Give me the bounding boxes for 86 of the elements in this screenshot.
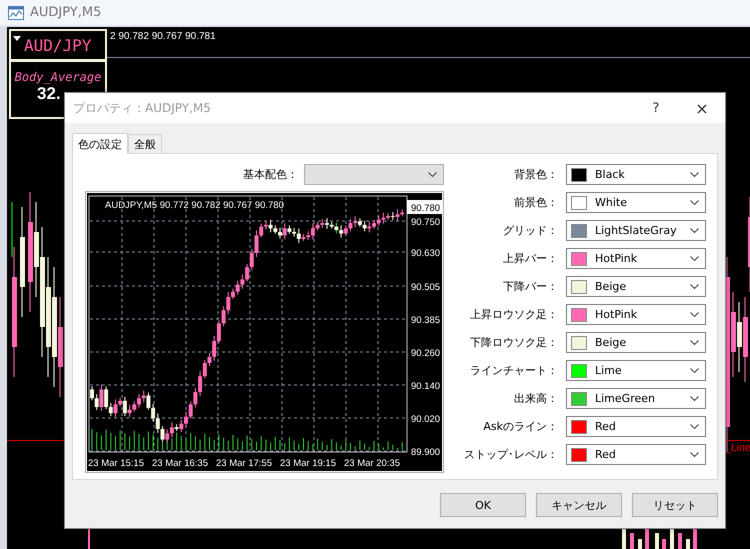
color-name: Lime — [595, 364, 623, 377]
candle — [693, 527, 697, 549]
chevron-icon — [690, 172, 699, 177]
color-setting-label: グリッド： — [503, 223, 558, 238]
price-label: 90.140 — [411, 381, 440, 392]
price-label: 90.780 — [411, 203, 440, 214]
color-dropdown[interactable]: Beige — [566, 332, 706, 353]
candle — [638, 539, 642, 549]
dropdown-triangle-icon[interactable] — [13, 36, 21, 41]
color-name: Black — [595, 168, 626, 181]
chevron-icon — [690, 200, 699, 205]
symbol-label: AUD/JPY — [24, 36, 92, 54]
chevron-icon — [690, 312, 699, 317]
chevron-icon — [690, 256, 699, 261]
chevron-icon — [690, 424, 699, 429]
chevron-icon — [690, 284, 699, 289]
color-dropdown[interactable]: LightSlateGray — [566, 220, 706, 241]
color-setting-label: 上昇バー： — [503, 251, 558, 266]
price-label: 90.750 — [411, 217, 440, 228]
price-label: 90.385 — [411, 315, 440, 326]
color-dropdown[interactable]: White — [566, 192, 706, 213]
color-dropdown[interactable]: HotPink — [566, 248, 706, 269]
price-label: 90.020 — [411, 414, 440, 425]
color-setting-label: 前景色： — [514, 195, 558, 210]
chevron-icon — [690, 452, 699, 457]
color-setting-label: ストップ･レベル： — [464, 447, 558, 462]
dialog-button[interactable]: OK — [440, 493, 526, 517]
time-label: 23 Mar 15:15 — [88, 458, 144, 469]
candle — [670, 527, 674, 549]
price-label: 90.260 — [411, 348, 440, 359]
price-readout: 2 90.782 90.767 90.781 — [110, 31, 216, 42]
candle — [630, 533, 634, 549]
time-label: 23 Mar 19:15 — [280, 458, 336, 469]
tab[interactable]: 色の設定 — [72, 133, 128, 154]
candle — [662, 539, 666, 549]
time-label: 23 Mar 16:35 — [152, 458, 208, 469]
color-setting-label: 下降バー： — [503, 279, 558, 294]
time-label: 23 Mar 20:35 — [344, 458, 400, 469]
help-button[interactable]: ? — [633, 93, 679, 123]
price-label: 90.505 — [411, 282, 440, 293]
chevron-icon — [690, 228, 699, 233]
chevron-icon — [690, 368, 699, 373]
candle — [678, 533, 682, 549]
scheme-label: 基本配色： — [243, 167, 298, 182]
color-name: Beige — [595, 336, 628, 349]
color-dropdown[interactable]: Beige — [566, 276, 706, 297]
dialog-title: プロパティ：AUDJPY,M5 — [73, 100, 212, 116]
preview-header: AUDJPY,M5 90.772 90.782 90.767 90.780 — [105, 200, 284, 211]
color-setting-label: Askのライン： — [483, 419, 558, 434]
candle — [655, 533, 659, 549]
chevron-icon — [690, 396, 699, 401]
color-dropdown[interactable]: Red — [566, 444, 706, 465]
color-name: LightSlateGray — [595, 224, 678, 237]
candle — [622, 527, 626, 549]
color-name: Beige — [595, 280, 628, 293]
color-name: HotPink — [595, 252, 638, 265]
price-label: 90.630 — [411, 248, 440, 259]
dialog-button[interactable]: リセット — [632, 493, 718, 517]
color-name: HotPink — [595, 308, 638, 321]
color-setting-label: 下降ロウソク足： — [470, 335, 558, 350]
color-dropdown[interactable]: Red — [566, 416, 706, 437]
color-dropdown[interactable]: LimeGreen — [566, 388, 706, 409]
color-setting-label: ラインチャート： — [470, 363, 558, 378]
time-label: 23 Mar 17:55 — [216, 458, 272, 469]
indicator-value: 32. — [37, 84, 61, 104]
chevron-icon — [428, 172, 437, 177]
color-dropdown[interactable]: HotPink — [566, 304, 706, 325]
chevron-icon — [690, 340, 699, 345]
window-title: AUDJPY,M5 — [30, 5, 102, 20]
color-dropdown[interactable]: Black — [566, 164, 706, 185]
dialog-button[interactable]: キャンセル — [536, 493, 622, 517]
color-name: LimeGreen — [595, 392, 656, 405]
color-name: White — [595, 196, 628, 209]
color-dropdown[interactable]: Lime — [566, 360, 706, 381]
price-label: 89.900 — [411, 447, 440, 458]
candle — [645, 527, 649, 549]
tab[interactable]: 全般 — [128, 134, 162, 153]
close-button[interactable]: × — [679, 93, 725, 123]
color-name: Red — [595, 448, 617, 461]
color-setting-label: 上昇ロウソク足： — [470, 307, 558, 322]
chart-window-icon — [8, 6, 24, 20]
color-setting-label: 背景色： — [514, 167, 558, 182]
indicator-name: Body_Average — [14, 70, 102, 84]
candle — [686, 539, 690, 549]
color-name: Red — [595, 420, 617, 433]
color-setting-label: 出来高： — [514, 391, 558, 406]
